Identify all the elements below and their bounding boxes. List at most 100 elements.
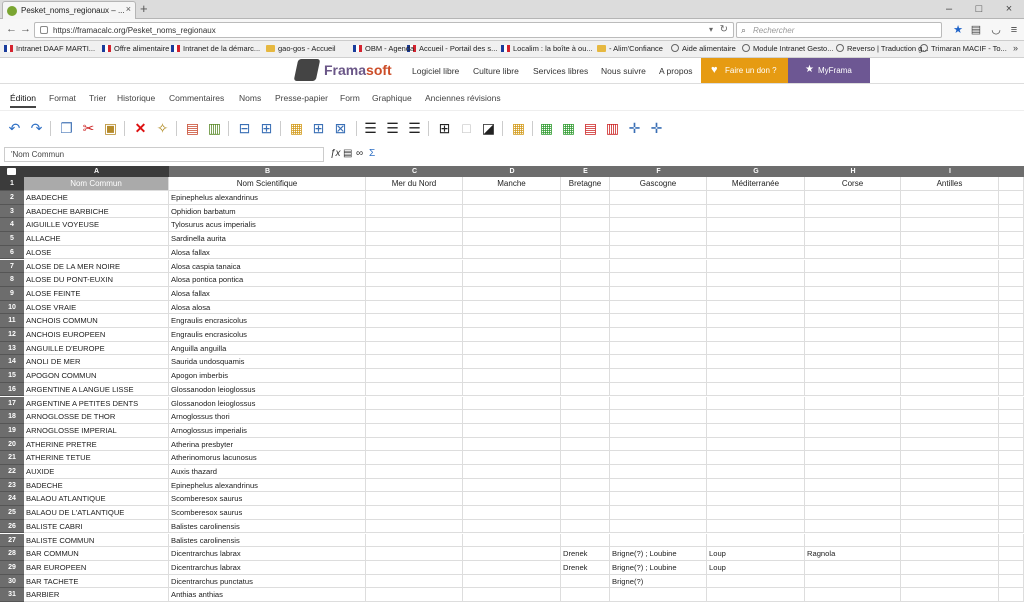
- table-cell[interactable]: BAR EUROPEEN: [24, 560, 169, 575]
- table-cell[interactable]: [805, 204, 901, 219]
- table-cell[interactable]: BADECHE: [24, 478, 169, 493]
- table-cell[interactable]: ANGUILLE D'EUROPE: [24, 341, 169, 356]
- table-cell[interactable]: Epinephelus alexandrinus: [169, 478, 366, 493]
- bookmark-item[interactable]: Reverso | Traduction g...: [836, 44, 929, 53]
- tab-graphique[interactable]: Graphique: [372, 93, 412, 103]
- table-cell[interactable]: Scomberesox saurus: [169, 506, 366, 520]
- url-dropdown-icon[interactable]: ▾: [709, 25, 713, 34]
- table-cell[interactable]: [366, 300, 463, 315]
- table-cell[interactable]: [901, 369, 999, 383]
- header-cell[interactable]: Bretagne: [561, 177, 610, 191]
- nav-culture-libre[interactable]: Culture libre: [473, 66, 519, 76]
- search-input[interactable]: ⌕ Rechercher: [736, 22, 942, 38]
- table-cell[interactable]: [901, 588, 999, 602]
- table-cell[interactable]: BALISTE COMMUN: [24, 533, 169, 548]
- table-cell[interactable]: [610, 245, 707, 260]
- table-cell[interactable]: [463, 341, 561, 356]
- table-cell[interactable]: [610, 410, 707, 424]
- table-cell[interactable]: [610, 300, 707, 315]
- header-cell[interactable]: Corse: [805, 177, 901, 191]
- table-cell[interactable]: [463, 382, 561, 397]
- table-cell[interactable]: [901, 506, 999, 520]
- table-cell[interactable]: [561, 533, 610, 548]
- table-cell[interactable]: BALAOU DE L'ATLANTIQUE: [24, 506, 169, 520]
- table-cell[interactable]: [463, 286, 561, 301]
- table-cell[interactable]: [463, 410, 561, 424]
- table-cell[interactable]: [805, 232, 901, 246]
- bookmark-item[interactable]: Accueil - Portail des s...: [407, 44, 497, 53]
- table-cell[interactable]: [366, 259, 463, 274]
- table-cell[interactable]: Arnoglossus imperialis: [169, 423, 366, 438]
- table-cell[interactable]: [561, 519, 610, 534]
- table-cell[interactable]: [901, 218, 999, 233]
- table-cell[interactable]: [366, 218, 463, 233]
- bookmark-item[interactable]: gao-gos - Accueil: [266, 44, 336, 53]
- column-header-d[interactable]: D: [463, 166, 561, 177]
- table-cell[interactable]: [999, 245, 1024, 260]
- table-cell[interactable]: [901, 478, 999, 493]
- table-cell[interactable]: [999, 547, 1024, 561]
- table-cell[interactable]: [561, 341, 610, 356]
- bookmark-item[interactable]: Module Intranet Gesto...: [742, 44, 833, 53]
- row-header[interactable]: 1: [0, 177, 24, 191]
- table-cell[interactable]: [901, 560, 999, 575]
- table-cell[interactable]: [366, 519, 463, 534]
- bookmark-item[interactable]: Intranet de la démarc...: [171, 44, 260, 53]
- table-cell[interactable]: [805, 245, 901, 260]
- table-cell[interactable]: [707, 382, 805, 397]
- table-cell[interactable]: Ragnola: [805, 547, 901, 561]
- table-cell[interactable]: [610, 437, 707, 452]
- table-cell[interactable]: ANOLI DE MER: [24, 355, 169, 370]
- table-cell[interactable]: [561, 300, 610, 315]
- table-cell[interactable]: Arnoglossus thori: [169, 410, 366, 424]
- table-cell[interactable]: ARGENTINE A PETITES DENTS: [24, 396, 169, 411]
- table-cell[interactable]: [901, 245, 999, 260]
- table-cell[interactable]: [610, 204, 707, 219]
- table-cell[interactable]: [805, 218, 901, 233]
- delete-row-icon[interactable]: ▤: [582, 120, 599, 137]
- table-cell[interactable]: [463, 519, 561, 534]
- table-cell[interactable]: Anguilla anguilla: [169, 341, 366, 356]
- tab-anciennes-revisions[interactable]: Anciennes révisions: [425, 93, 501, 103]
- table-cell[interactable]: [999, 232, 1024, 246]
- tab-trier[interactable]: Trier: [89, 93, 106, 103]
- table-cell[interactable]: AUXIDE: [24, 465, 169, 479]
- table-cell[interactable]: ALOSE DU PONT-EUXIN: [24, 273, 169, 287]
- table-cell[interactable]: [463, 300, 561, 315]
- table-cell[interactable]: [999, 423, 1024, 438]
- table-cell[interactable]: [999, 259, 1024, 274]
- table-cell[interactable]: [999, 286, 1024, 301]
- table-cell[interactable]: Dicentrarchus labrax: [169, 560, 366, 575]
- table-cell[interactable]: [805, 560, 901, 575]
- table-cell[interactable]: [366, 245, 463, 260]
- header-cell[interactable]: Manche: [463, 177, 561, 191]
- table-cell[interactable]: [805, 314, 901, 328]
- column-header-g[interactable]: G: [707, 166, 805, 177]
- table-cell[interactable]: Brigne(?) ; Loubine: [610, 560, 707, 575]
- table-cell[interactable]: Brigne(?): [610, 574, 707, 589]
- tab-presse-papier[interactable]: Presse-papier: [275, 93, 328, 103]
- row-header[interactable]: 7: [0, 259, 24, 274]
- column-header-j[interactable]: [999, 166, 1024, 177]
- table-cell[interactable]: Auxis thazard: [169, 465, 366, 479]
- table-cell[interactable]: [707, 588, 805, 602]
- table-cell[interactable]: [901, 328, 999, 342]
- table-cell[interactable]: [561, 423, 610, 438]
- table-cell[interactable]: Glossanodon leioglossus: [169, 382, 366, 397]
- table-cell[interactable]: [610, 369, 707, 383]
- table-cell[interactable]: [561, 273, 610, 287]
- undo-icon[interactable]: ↶: [6, 120, 23, 137]
- table-cell[interactable]: [463, 204, 561, 219]
- table-cell[interactable]: [707, 533, 805, 548]
- save-sheet-icon[interactable]: [7, 168, 16, 175]
- table-cell[interactable]: [366, 382, 463, 397]
- table-cell[interactable]: [707, 519, 805, 534]
- table-cell[interactable]: Loup: [707, 547, 805, 561]
- table-cell[interactable]: [610, 218, 707, 233]
- table-cell[interactable]: Dicentrarchus punctatus: [169, 574, 366, 589]
- table-cell[interactable]: [610, 341, 707, 356]
- table-cell[interactable]: [561, 492, 610, 507]
- table-cell[interactable]: [999, 382, 1024, 397]
- table-cell[interactable]: [610, 533, 707, 548]
- table-cell[interactable]: [805, 369, 901, 383]
